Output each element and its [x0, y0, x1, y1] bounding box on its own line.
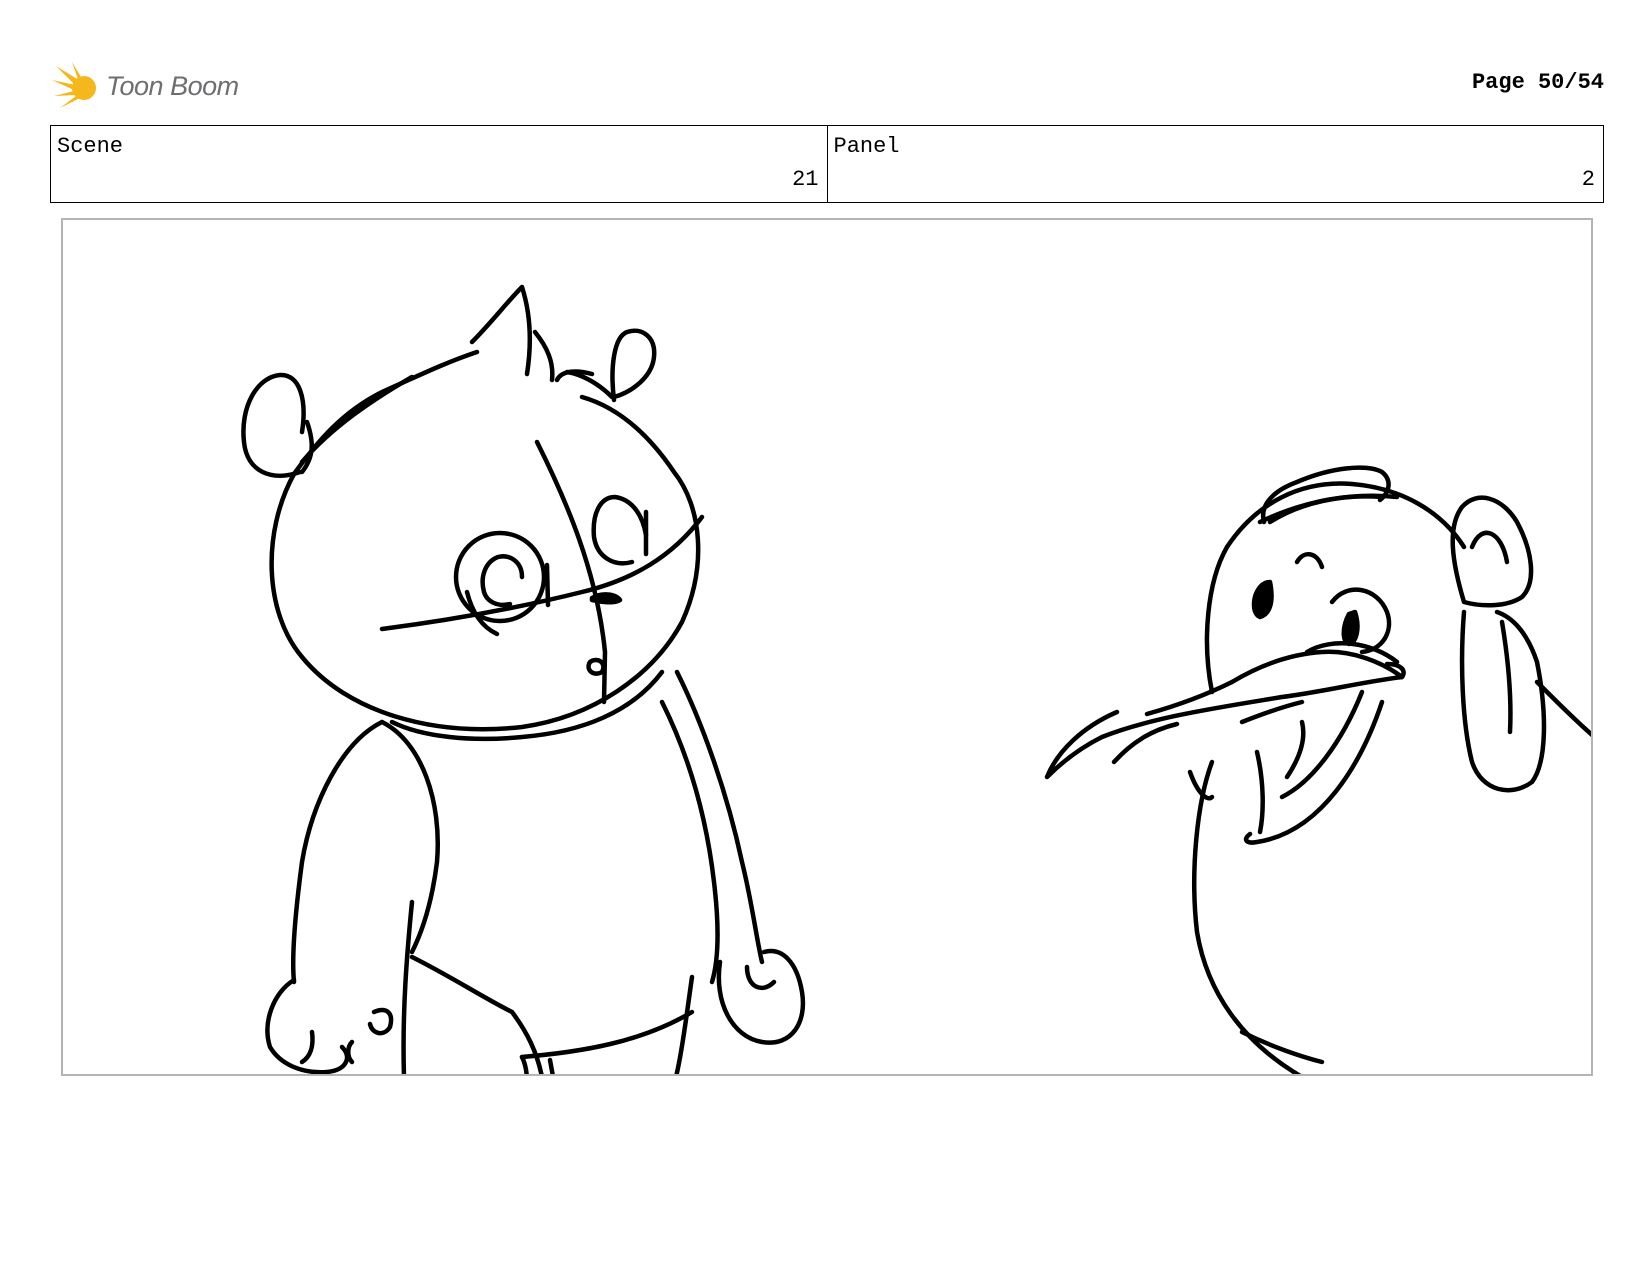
logo-text: Toon Boom	[106, 70, 239, 101]
storyboard-panel	[61, 218, 1593, 1076]
panel-cell: Panel 2	[826, 126, 1604, 202]
scene-cell: Scene 21	[51, 126, 827, 202]
starburst-icon	[52, 62, 96, 108]
storyboard-sketch	[241, 284, 1591, 1074]
toon-boom-logo: Toon Boom	[52, 58, 262, 114]
scene-panel-table: Scene 21 Panel 2	[50, 125, 1604, 203]
panel-value: 2	[1581, 167, 1595, 192]
bird-character	[1044, 465, 1591, 1074]
bear-character	[241, 284, 806, 1074]
scene-value: 21	[792, 167, 819, 192]
panel-label: Panel	[833, 134, 900, 159]
page-number: Page 50/54	[1471, 70, 1604, 95]
scene-label: Scene	[57, 134, 124, 159]
